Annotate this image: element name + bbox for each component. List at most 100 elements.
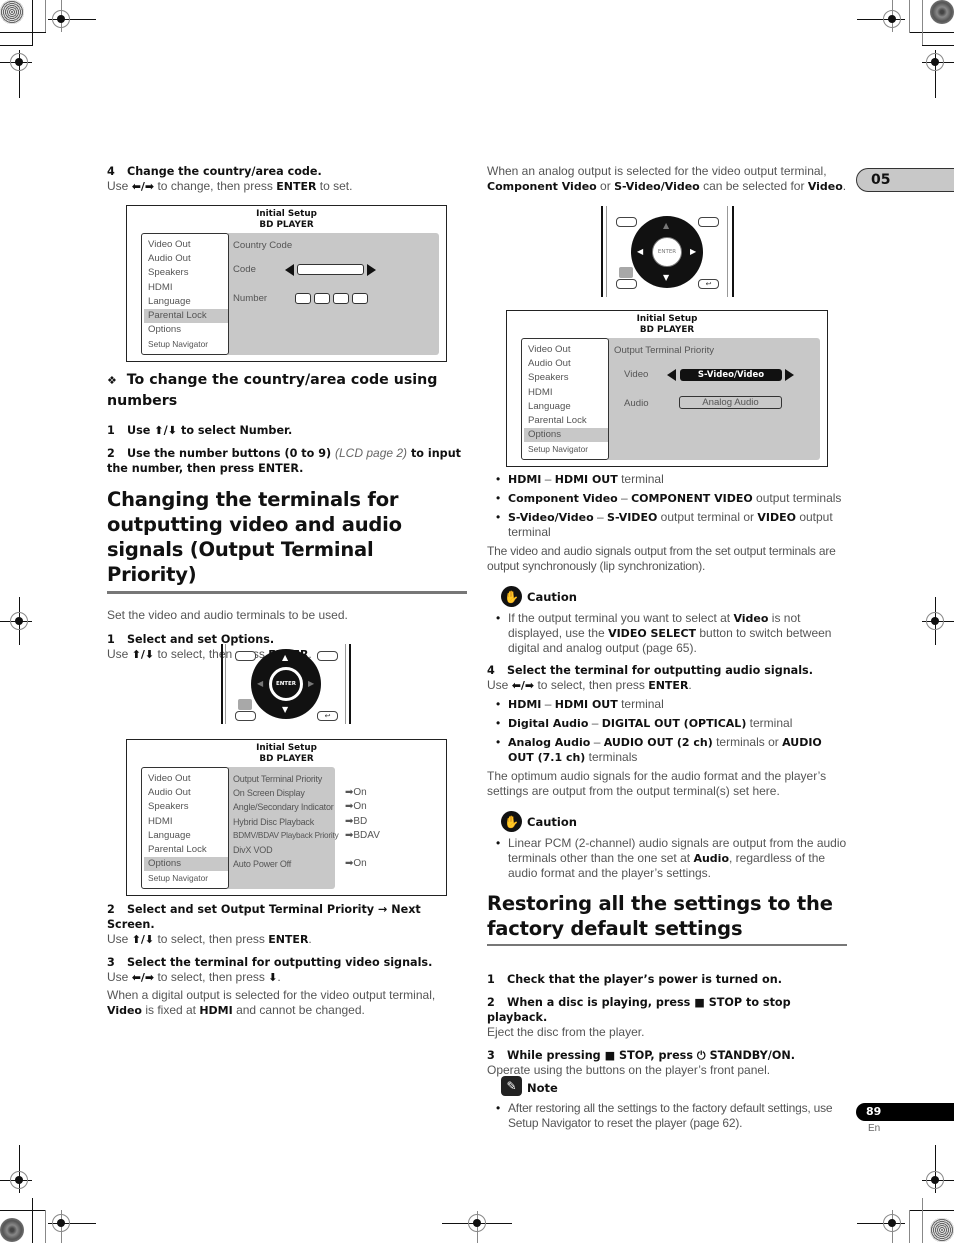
highlighted-button[interactable]: [619, 267, 633, 278]
audio-step: 4 Select the terminal for outputting audi…: [487, 663, 847, 799]
menu-item-video-out[interactable]: Video Out: [142, 772, 228, 786]
step-3-title: 3 Select the terminal for outputting vide…: [107, 956, 433, 969]
menu-item-speakers[interactable]: Speakers: [142, 800, 228, 814]
code-label: Code: [233, 264, 256, 275]
subsection: ❖ To change the country/area code using …: [107, 370, 467, 476]
menu-item-audio-out[interactable]: Audio Out: [142, 786, 228, 800]
caution-hand-icon: ✋: [501, 811, 522, 832]
registration-mark: [883, 1214, 901, 1232]
return-button[interactable]: ↩: [698, 279, 719, 289]
right-arrow-icon[interactable]: [367, 264, 376, 276]
screen-subtitle: BD PLAYER: [259, 220, 314, 230]
return-button[interactable]: ↩: [317, 711, 338, 721]
menu-item-hdmi[interactable]: HDMI: [142, 815, 228, 829]
terminal-list-item: Component Video – COMPONENT VIDEO output…: [487, 491, 847, 506]
section-title: Changing the terminals for outputting vi…: [107, 488, 402, 586]
reset-step-1: 1 Check that the player’s power is turned…: [487, 973, 782, 986]
registration-disc-bottom-right: [930, 1218, 954, 1242]
menu-item-parental-lock[interactable]: Parental Lock: [144, 309, 228, 324]
crop-line: [922, 0, 923, 45]
menu-item-parental-lock[interactable]: Parental Lock: [522, 414, 608, 428]
registration-mark: [926, 1171, 944, 1189]
terminal-list-item: S-Video/Video – S-VIDEO output terminal …: [487, 510, 847, 540]
terminal-list-item: Digital Audio – DIGITAL OUT (OPTICAL) te…: [487, 716, 847, 731]
menu-item-hdmi[interactable]: HDMI: [522, 386, 608, 400]
option-item[interactable]: Angle/Secondary Indicator: [233, 800, 338, 814]
menu-item-language[interactable]: Language: [142, 295, 228, 309]
number-digit-field[interactable]: [333, 293, 349, 304]
menu-item-video-out[interactable]: Video Out: [522, 343, 608, 357]
lip-sync-note: The video and audio signals output from …: [487, 544, 836, 573]
option-item[interactable]: Output Terminal Priority: [233, 772, 338, 786]
left-arrow-icon[interactable]: [285, 264, 294, 276]
menu-item-parental-lock[interactable]: Parental Lock: [142, 843, 228, 857]
option-value: ➡BDAV: [345, 829, 380, 841]
caution-title: Caution: [527, 815, 577, 829]
number-digit-field[interactable]: [352, 293, 368, 304]
number-label: Number: [233, 293, 268, 304]
section-factory-reset: Restoring all the settings to the factor…: [487, 891, 847, 1078]
menu-item-audio-out[interactable]: Audio Out: [142, 252, 228, 266]
option-item[interactable]: Hybrid Disc Playback: [233, 815, 338, 829]
up-down-arrows-icon: ⬆/⬇: [131, 933, 155, 946]
crop-line: [0, 1210, 46, 1211]
caution-1-list: If the output terminal you want to selec…: [487, 611, 847, 660]
crop-line: [922, 1198, 923, 1243]
registration-disc-top-left: [0, 0, 24, 24]
menu-item-video-out[interactable]: Video Out: [142, 238, 228, 252]
note-item: After restoring all the settings to the …: [487, 1101, 849, 1131]
menu-item-setup-navigator[interactable]: Setup Navigator: [142, 337, 228, 351]
crop-line: [32, 0, 33, 45]
number-digit-field[interactable]: [295, 293, 311, 304]
diamond-bullet-icon: ❖: [107, 374, 117, 387]
video-terminal-list: HDMI – HDMI OUT terminal Component Video …: [487, 472, 847, 540]
menu-item-speakers[interactable]: Speakers: [142, 266, 228, 280]
chapter-tab: 05: [856, 168, 954, 192]
terminal-list-item: HDMI – HDMI OUT terminal: [487, 472, 847, 487]
code-field[interactable]: [297, 264, 364, 275]
menu-item-options[interactable]: Options: [142, 323, 228, 337]
menu-item-language[interactable]: Language: [142, 829, 228, 843]
right-arrow-icon: ▶: [690, 247, 697, 256]
right-arrow-icon: ▶: [308, 679, 315, 688]
right-arrow-icon[interactable]: [785, 369, 794, 381]
highlighted-button[interactable]: [238, 699, 252, 710]
option-item[interactable]: BDMV/BDAV Playback Priority: [233, 829, 339, 843]
remote-button[interactable]: [616, 217, 637, 227]
remote-button[interactable]: [235, 651, 256, 661]
reset-step-3: 3 While pressing ■ STOP, press ⏻ STANDBY/…: [487, 1049, 795, 1062]
caution-title: Caution: [527, 590, 577, 604]
option-item[interactable]: On Screen Display: [233, 786, 338, 800]
menu-item-speakers[interactable]: Speakers: [522, 371, 608, 385]
registration-mark: [926, 612, 944, 630]
setup-screen-options: Initial Setup BD PLAYER Video Out Audio Ou…: [126, 739, 447, 896]
registration-mark: [10, 1171, 28, 1189]
menu-item-options[interactable]: Options: [144, 857, 228, 872]
remote-button[interactable]: [317, 651, 338, 661]
enter-button[interactable]: ENTER: [652, 237, 682, 267]
option-item[interactable]: DivX VOD: [233, 843, 338, 857]
remote-control-illustration: ↩ ENTER ▲ ▼ ◀ ▶: [221, 644, 351, 724]
menu-item-language[interactable]: Language: [522, 400, 608, 414]
remote-button[interactable]: [616, 279, 637, 289]
remote-button[interactable]: [698, 217, 719, 227]
video-selector[interactable]: S-Video/Video: [680, 369, 782, 381]
menu-item-setup-navigator[interactable]: Setup Navigator: [522, 442, 608, 456]
terminal-list-item: Analog Audio – AUDIO OUT (2 ch) terminal…: [487, 735, 847, 765]
option-value: ➡On: [345, 858, 367, 870]
option-item[interactable]: Auto Power Off: [233, 857, 338, 871]
number-digit-field[interactable]: [314, 293, 330, 304]
option-value: ➡BD: [345, 815, 368, 827]
menu-item-setup-navigator[interactable]: Setup Navigator: [142, 871, 228, 885]
registration-mark: [883, 10, 901, 28]
menu-item-hdmi[interactable]: HDMI: [142, 281, 228, 295]
menu-item-options[interactable]: Options: [524, 428, 608, 443]
sub-step-1: 1 Use ⬆/⬇ to select Number.: [107, 424, 293, 437]
remote-button[interactable]: [235, 711, 256, 721]
menu-item-audio-out[interactable]: Audio Out: [522, 357, 608, 371]
enter-button[interactable]: ENTER: [269, 667, 303, 701]
left-arrow-icon[interactable]: [667, 369, 676, 381]
section-divider: [487, 944, 847, 946]
audio-selector[interactable]: Analog Audio: [679, 396, 782, 409]
registration-mark: [52, 10, 70, 28]
